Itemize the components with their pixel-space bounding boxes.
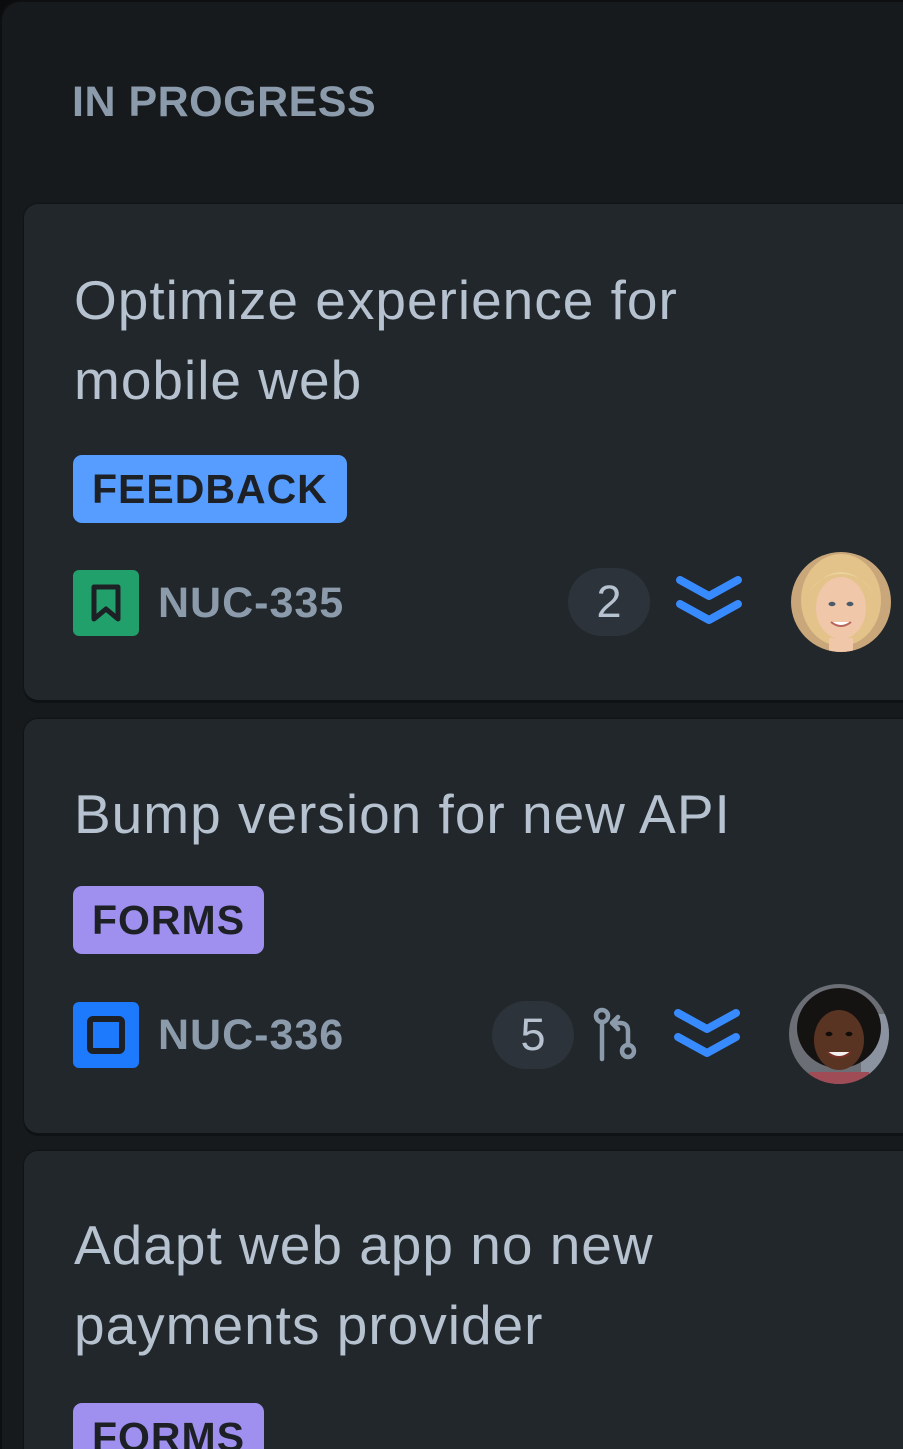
avatar[interactable] bbox=[789, 984, 889, 1084]
label-tag: FEEDBACK bbox=[73, 455, 347, 523]
card-title[interactable]: Bump version for new API bbox=[74, 774, 844, 854]
issue-key[interactable]: NUC-335 bbox=[158, 570, 344, 636]
issue-card[interactable]: Bump version for new API FORMS NUC-336 5 bbox=[24, 719, 903, 1133]
task-icon bbox=[73, 1002, 139, 1068]
lowest-priority-icon bbox=[676, 576, 742, 624]
card-title[interactable]: Adapt web app no new payments provider bbox=[74, 1205, 744, 1365]
label-tag: FORMS bbox=[73, 886, 265, 954]
avatar-dark-haired-woman-icon bbox=[789, 984, 889, 1084]
lowest-priority-icon bbox=[674, 1009, 740, 1057]
issue-card[interactable]: Adapt web app no new payments provider F… bbox=[24, 1151, 903, 1449]
pull-request-icon bbox=[593, 1007, 637, 1062]
label-tag: FORMS bbox=[73, 1403, 265, 1449]
comment-count-badge: 5 bbox=[492, 1001, 574, 1069]
card-title[interactable]: Optimize experience for mobile web bbox=[74, 260, 794, 420]
avatar[interactable] bbox=[791, 552, 891, 652]
column-title: IN PROGRESS bbox=[72, 78, 377, 126]
comment-count-badge: 2 bbox=[568, 568, 650, 636]
story-icon bbox=[73, 570, 139, 636]
avatar-blonde-woman-icon bbox=[791, 552, 891, 652]
board-column-in-progress: IN PROGRESS Optimize experience for mobi… bbox=[0, 0, 903, 1449]
issue-card[interactable]: Optimize experience for mobile web FEEDB… bbox=[24, 204, 903, 700]
issue-key[interactable]: NUC-336 bbox=[158, 1002, 344, 1068]
